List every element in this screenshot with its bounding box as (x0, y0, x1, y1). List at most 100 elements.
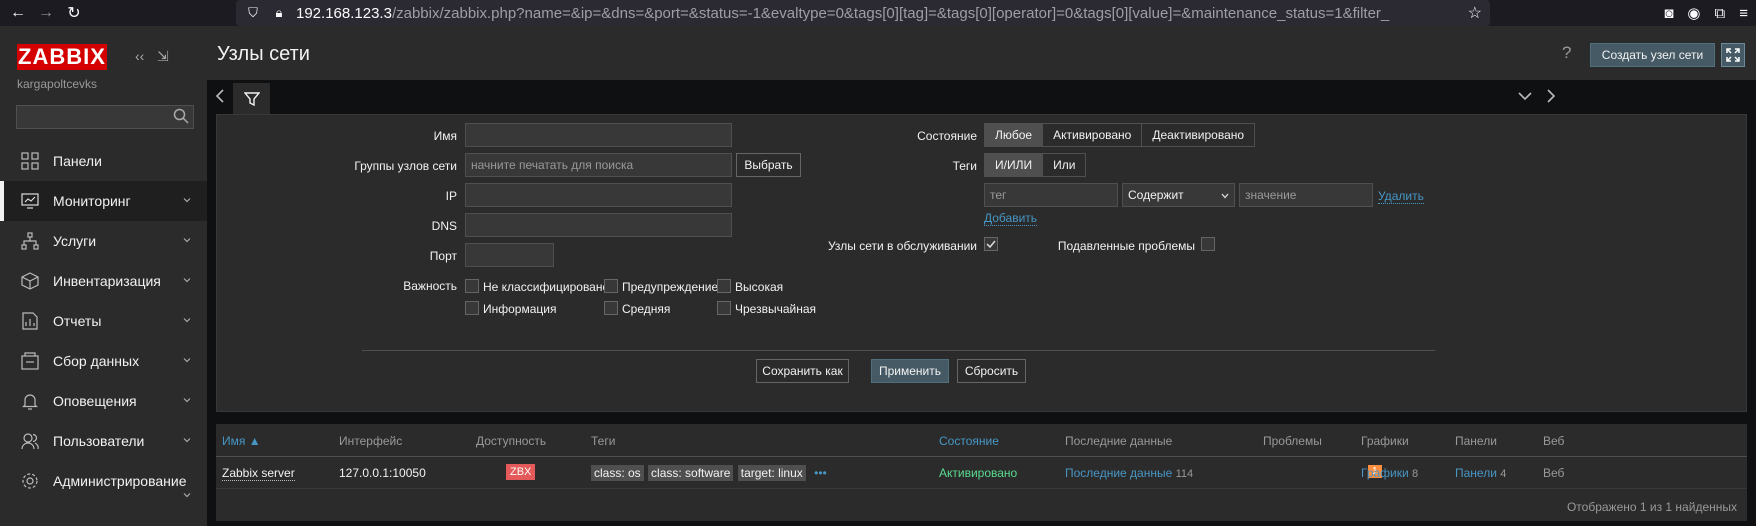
menu-item-administration[interactable]: Администрирование (0, 461, 207, 501)
menu-item-reports[interactable]: Отчеты (0, 301, 207, 341)
back-icon[interactable]: ← (8, 3, 28, 23)
kiosk-mode-button[interactable] (1721, 43, 1745, 67)
host-name-link[interactable]: Zabbix server (222, 466, 295, 481)
severity-label: Важность (403, 279, 457, 293)
reload-icon[interactable]: ↻ (64, 3, 84, 23)
tag-input[interactable]: тег (984, 183, 1118, 207)
latest-data-link[interactable]: Последние данные (1065, 466, 1172, 480)
status-enabled[interactable]: Активировано (1043, 124, 1143, 146)
shield-icon[interactable]: ⛉ (244, 5, 262, 21)
port-input[interactable] (465, 243, 554, 267)
select-groups-button[interactable]: Выбрать (736, 153, 801, 177)
dashboards-link[interactable]: Панели (1455, 466, 1497, 480)
menu-item-monitoring[interactable]: Мониторинг (0, 181, 207, 221)
host-status-link[interactable]: Активировано (939, 466, 1017, 480)
tag-value-input[interactable]: значение (1239, 183, 1373, 207)
graphs-cell: Графики 8 (1361, 466, 1418, 480)
more-tags-button[interactable]: ••• (814, 466, 827, 480)
sidebar-search-input[interactable] (16, 105, 194, 129)
menu-item-data-collection[interactable]: Сбор данных (0, 341, 207, 381)
severity-checkbox[interactable] (465, 279, 479, 293)
chevron-down-icon (183, 318, 191, 323)
dns-input[interactable] (465, 213, 732, 237)
menu-item-services[interactable]: Услуги (0, 221, 207, 261)
name-input[interactable] (465, 123, 732, 147)
status-disabled[interactable]: Деактивировано (1142, 124, 1255, 146)
data-collection-icon (19, 350, 41, 372)
url-text[interactable]: 192.168.123.3/zabbix/zabbix.php?name=&ip… (296, 5, 1466, 22)
pocket-icon[interactable]: ◙ (1664, 5, 1673, 22)
lock-icon[interactable]: 🔒︎ (270, 5, 288, 21)
address-bar[interactable]: ⛉ 🔒︎ 192.168.123.3/zabbix/zabbix.php?nam… (236, 0, 1490, 26)
column-header-interface: Интерфейс (339, 434, 403, 448)
menu-item-dashboards[interactable]: Панели (0, 141, 207, 181)
main-menu: Панели Мониторинг Услуги Инвентаризация … (0, 141, 207, 501)
add-tag-link[interactable]: Добавить (984, 211, 1038, 226)
reset-button[interactable]: Сбросить (957, 359, 1026, 383)
dashboard-icon (19, 150, 41, 172)
tag-operator-value: Содержит (1128, 188, 1184, 202)
tag-operator-select[interactable]: Содержит (1122, 183, 1235, 207)
status-any[interactable]: Любое (985, 124, 1044, 146)
account-icon[interactable]: ◉ (1687, 4, 1700, 22)
tag-badge[interactable]: target: linux (737, 465, 806, 481)
severity-checkbox[interactable] (604, 301, 618, 315)
chevron-down-icon (183, 358, 191, 363)
chevron-down-icon[interactable] (1517, 88, 1533, 104)
monitoring-icon (19, 190, 41, 212)
search-icon[interactable] (173, 108, 189, 124)
severity-disaster: Чрезвычайная (735, 302, 817, 316)
tags-and-or[interactable]: И/ИЛИ (985, 154, 1044, 176)
severity-checkbox[interactable] (465, 301, 479, 315)
create-host-button[interactable]: Создать узел сети (1590, 43, 1715, 67)
chevron-down-icon (183, 238, 191, 243)
tag-badge[interactable]: class: software (648, 465, 734, 481)
column-header-tags: Теги (591, 434, 616, 448)
help-icon[interactable]: ? (1562, 43, 1571, 63)
chevron-down-icon (1221, 193, 1229, 199)
severity-checkbox[interactable] (604, 279, 618, 293)
apply-button[interactable]: Применить (871, 359, 949, 383)
graphs-link[interactable]: Графики (1361, 466, 1409, 480)
maintenance-checkbox[interactable] (984, 237, 998, 251)
tags-or[interactable]: Или (1043, 154, 1086, 176)
severity-information: Информация (483, 302, 557, 316)
collapse-sidebar-icon[interactable]: ‹‹ (135, 48, 144, 64)
chevron-right-icon[interactable] (1543, 88, 1559, 104)
page-header: Узлы сети ? Создать узел сети (207, 26, 1756, 80)
menu-item-users[interactable]: Пользователи (0, 421, 207, 461)
extensions-icon[interactable]: ⧉ (1715, 5, 1726, 22)
inventory-icon (19, 270, 41, 292)
availability-badge[interactable]: ZBX (506, 464, 536, 480)
column-header-graphs: Графики (1361, 434, 1409, 448)
menu-icon[interactable]: ≡ (1739, 5, 1748, 22)
host-groups-input[interactable]: начните печатать для поиска (465, 153, 732, 177)
filter-tab[interactable] (233, 83, 270, 114)
save-as-button[interactable]: Сохранить как (756, 359, 849, 383)
column-header-name[interactable]: Имя ▲ (222, 434, 261, 448)
chevron-down-icon (183, 278, 191, 283)
suppressed-problems-checkbox[interactable] (1201, 237, 1215, 251)
host-interface: 127.0.0.1:10050 (339, 466, 426, 480)
column-header-status[interactable]: Состояние (939, 434, 999, 448)
forward-icon[interactable]: → (36, 3, 56, 23)
severity-checkbox[interactable] (717, 279, 731, 293)
remove-tag-link[interactable]: Удалить (1378, 189, 1424, 204)
hide-sidebar-icon[interactable]: ⇲ (157, 48, 169, 65)
main-content: Узлы сети ? Создать узел сети Имя Группы… (207, 26, 1756, 526)
bookmark-star-icon[interactable]: ☆ (1468, 3, 1482, 23)
menu-item-inventory[interactable]: Инвентаризация (0, 261, 207, 301)
sidebar: ZABBIX ‹‹ ⇲ kargapoltcevks Панели Монито… (0, 26, 207, 526)
tag-badge[interactable]: class: os (591, 465, 644, 481)
chevron-down-icon (183, 493, 191, 498)
column-header-latest-data: Последние данные (1065, 434, 1173, 448)
dashboards-cell: Панели 4 (1455, 466, 1506, 480)
zabbix-logo[interactable]: ZABBIX (17, 44, 107, 70)
filter-tabs (207, 80, 1756, 114)
filter-divider (362, 350, 1435, 351)
tags-evaltype-toggle: И/ИЛИ Или (984, 153, 1087, 177)
ip-input[interactable] (465, 183, 732, 207)
menu-item-alerts[interactable]: Оповещения (0, 381, 207, 421)
chevron-left-icon[interactable] (213, 88, 227, 104)
severity-checkbox[interactable] (717, 301, 731, 315)
